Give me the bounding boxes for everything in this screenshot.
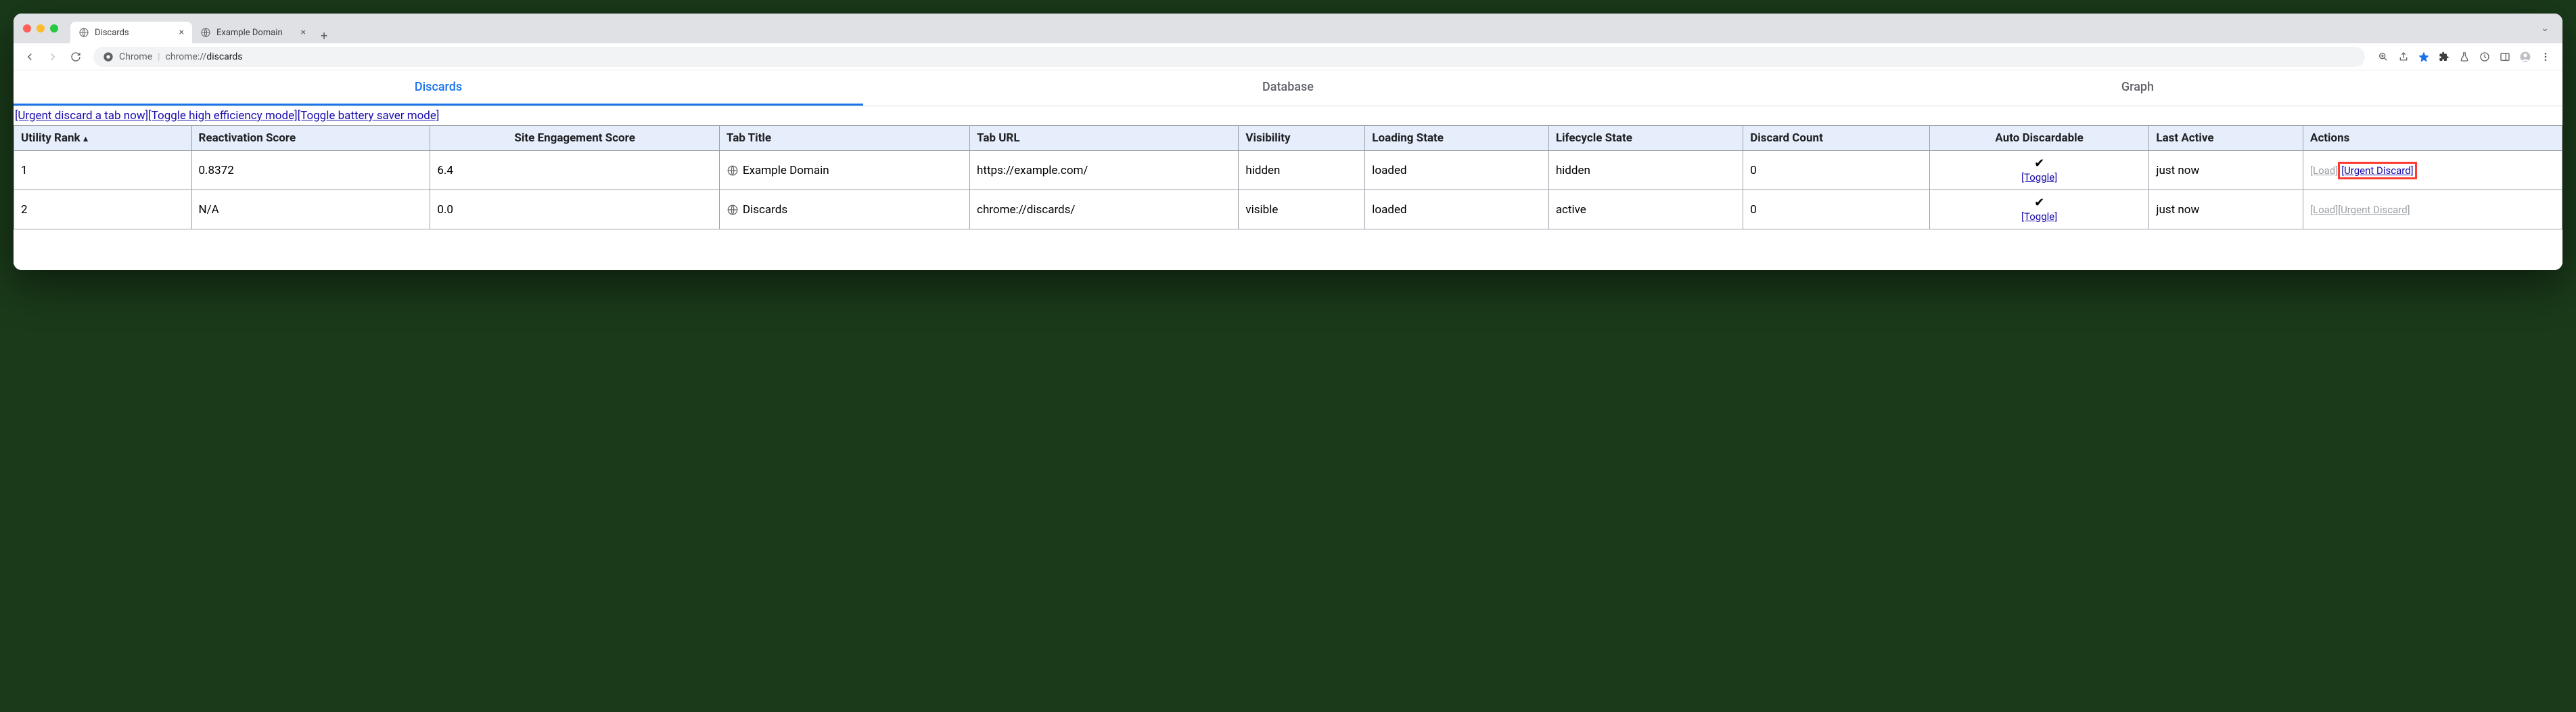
cell-tab-title: Example Domain — [719, 151, 969, 190]
cell-rank: 1 — [14, 151, 192, 190]
col-engagement[interactable]: Site Engagement Score — [430, 126, 720, 151]
cell-visibility: hidden — [1239, 151, 1365, 190]
cell-visibility: visible — [1239, 190, 1365, 229]
window-controls — [23, 24, 58, 32]
col-reactivation[interactable]: Reactivation Score — [191, 126, 430, 151]
reload-button[interactable] — [66, 47, 85, 66]
urgent-discard-action[interactable]: [Urgent Discard] — [2338, 204, 2410, 216]
tab-title-text: Discards — [743, 203, 787, 217]
view-tabs: Discards Database Graph — [14, 70, 2562, 106]
cell-rank: 2 — [14, 190, 192, 229]
cell-lifecycle: hidden — [1548, 151, 1743, 190]
page-content: Discards Database Graph [Urgent discard … — [14, 70, 2562, 270]
cell-auto-discardable: ✔[Toggle] — [1929, 190, 2149, 229]
cell-actions: [Load][Urgent Discard] — [2303, 190, 2562, 229]
share-icon[interactable] — [2397, 51, 2410, 63]
urgent-discard-link[interactable]: [Urgent discard a tab now] — [15, 109, 148, 123]
new-tab-button[interactable]: + — [314, 29, 334, 43]
minimize-window-button[interactable] — [37, 24, 45, 32]
toolbar-actions — [2373, 51, 2556, 63]
browser-tab-example[interactable]: Example Domain × — [192, 22, 314, 43]
tab-discards[interactable]: Discards — [14, 70, 863, 106]
labs-icon[interactable] — [2458, 51, 2470, 63]
close-tab-icon[interactable]: × — [301, 27, 306, 38]
browser-tabs: Discards × Example Domain × + — [70, 14, 334, 43]
cell-discard-count: 0 — [1743, 190, 1930, 229]
cell-url: chrome://discards/ — [970, 190, 1239, 229]
chevron-down-icon[interactable]: ⌄ — [2541, 23, 2549, 34]
cell-tab-title: Discards — [719, 190, 969, 229]
col-last-active[interactable]: Last Active — [2149, 126, 2303, 151]
cell-lifecycle: active — [1548, 190, 1743, 229]
browser-tab-label: Discards — [95, 28, 174, 38]
cell-reactivation: 0.8372 — [191, 151, 430, 190]
load-action[interactable]: [Load] — [2310, 164, 2338, 177]
table-header-row: Utility Rank▲ Reactivation Score Site En… — [14, 126, 2562, 151]
side-panel-icon[interactable] — [2499, 51, 2511, 63]
cell-auto-discardable: ✔[Toggle] — [1929, 151, 2149, 190]
cell-discard-count: 0 — [1743, 151, 1930, 190]
omnibox-url: chrome://discards — [166, 51, 243, 62]
col-discard-count[interactable]: Discard Count — [1743, 126, 1930, 151]
globe-icon — [727, 204, 739, 216]
col-tab-title[interactable]: Tab Title — [719, 126, 969, 151]
tab-title-text: Example Domain — [743, 164, 829, 177]
globe-icon — [727, 164, 739, 177]
cell-engagement: 6.4 — [430, 151, 720, 190]
table-row: 10.83726.4 Example Domain https://example.… — [14, 151, 2562, 190]
cell-last-active: just now — [2149, 190, 2303, 229]
omnibox-scheme-label: Chrome — [119, 51, 152, 62]
load-action[interactable]: [Load] — [2310, 204, 2338, 216]
discards-table: Utility Rank▲ Reactivation Score Site En… — [14, 125, 2562, 229]
tab-database[interactable]: Database — [863, 70, 1713, 106]
urgent-discard-action[interactable]: [Urgent Discard] — [2341, 164, 2413, 177]
sort-asc-icon: ▲ — [82, 134, 90, 143]
extensions-icon[interactable] — [2438, 51, 2450, 63]
cell-last-active: just now — [2149, 151, 2303, 190]
forward-button[interactable] — [43, 47, 62, 66]
cell-reactivation: N/A — [191, 190, 430, 229]
globe-icon — [78, 27, 89, 38]
close-window-button[interactable] — [23, 24, 31, 32]
chrome-icon — [103, 51, 114, 62]
col-visibility[interactable]: Visibility — [1239, 126, 1365, 151]
highlight-box: [Urgent Discard] — [2338, 162, 2416, 179]
browser-tab-discards[interactable]: Discards × — [70, 22, 192, 43]
titlebar: Discards × Example Domain × + ⌄ — [14, 14, 2562, 43]
menu-dots-icon[interactable] — [2539, 51, 2552, 63]
toggle-efficiency-link[interactable]: [Toggle high efficiency mode] — [148, 109, 297, 123]
browser-window: Discards × Example Domain × + ⌄ — [14, 14, 2562, 270]
toolbar: Chrome | chrome://discards — [14, 43, 2562, 70]
close-tab-icon[interactable]: × — [179, 27, 184, 38]
cell-loading: loaded — [1365, 190, 1549, 229]
back-button[interactable] — [20, 47, 39, 66]
check-icon: ✔ — [1937, 156, 2142, 171]
zoom-icon[interactable] — [2377, 51, 2389, 63]
address-bar[interactable]: Chrome | chrome://discards — [93, 47, 2365, 67]
col-tab-url[interactable]: Tab URL — [970, 126, 1239, 151]
top-action-links: [Urgent discard a tab now][Toggle high e… — [14, 106, 2562, 125]
col-loading-state[interactable]: Loading State — [1365, 126, 1549, 151]
browser-tab-label: Example Domain — [216, 28, 296, 38]
toggle-auto-link[interactable]: [Toggle] — [2021, 210, 2057, 223]
bookmark-star-icon[interactable] — [2418, 51, 2430, 63]
table-row: 2N/A0.0 Discards chrome://discards/visible… — [14, 190, 2562, 229]
toggle-auto-link[interactable]: [Toggle] — [2021, 171, 2057, 183]
cell-url: https://example.com/ — [970, 151, 1239, 190]
col-auto-discardable[interactable]: Auto Discardable — [1929, 126, 2149, 151]
maximize-window-button[interactable] — [50, 24, 58, 32]
toggle-battery-link[interactable]: [Toggle battery saver mode] — [298, 109, 440, 123]
check-icon: ✔ — [1937, 196, 2142, 210]
col-utility-rank[interactable]: Utility Rank▲ — [14, 126, 192, 151]
col-actions[interactable]: Actions — [2303, 126, 2562, 151]
cell-actions: [Load][Urgent Discard] — [2303, 151, 2562, 190]
tab-graph[interactable]: Graph — [1713, 70, 2562, 106]
globe-icon — [200, 27, 211, 38]
cell-engagement: 0.0 — [430, 190, 720, 229]
cell-loading: loaded — [1365, 151, 1549, 190]
col-lifecycle[interactable]: Lifecycle State — [1548, 126, 1743, 151]
profile-avatar-icon[interactable] — [2519, 51, 2531, 63]
update-icon[interactable] — [2479, 51, 2491, 63]
